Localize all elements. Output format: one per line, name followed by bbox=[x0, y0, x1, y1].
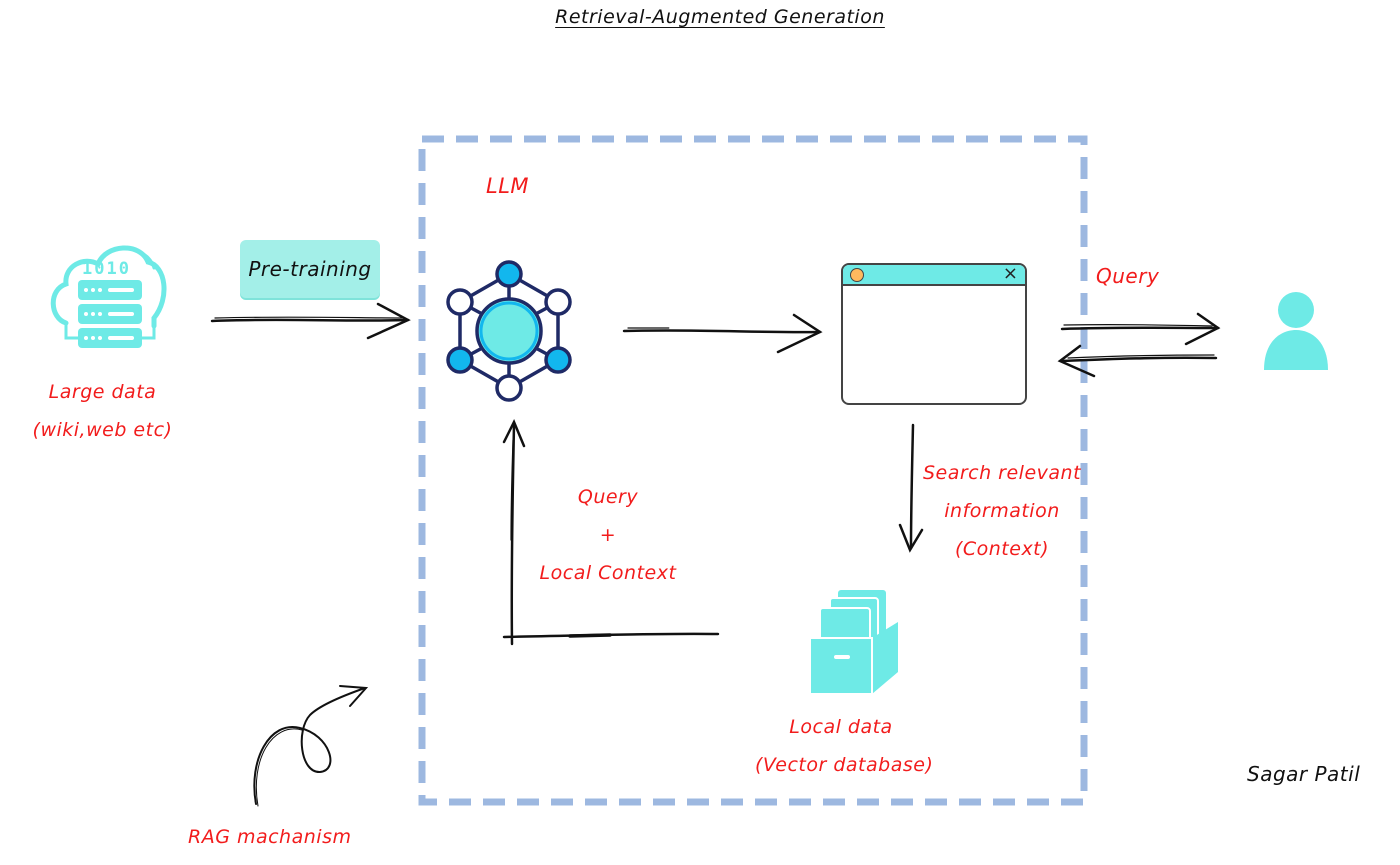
query-context-line1: Query bbox=[577, 486, 639, 508]
query-user-label: Query bbox=[1096, 264, 1160, 288]
local-data-line2: (Vector database) bbox=[755, 754, 934, 776]
svg-text:1010: 1010 bbox=[82, 259, 131, 279]
neural-network-icon bbox=[446, 260, 572, 402]
window-dot-icon bbox=[850, 268, 864, 282]
large-data-line2: (wiki,web etc) bbox=[32, 419, 173, 441]
file-cabinet-icon bbox=[809, 590, 898, 695]
search-label: Search relevant information (Context) bbox=[922, 454, 1082, 568]
user-icon bbox=[1264, 292, 1328, 370]
query-context-line2: + bbox=[599, 524, 617, 546]
author-label: Sagar Patil bbox=[1247, 762, 1361, 786]
rag-mechanism-label: RAG machanism bbox=[188, 826, 352, 848]
pretraining-arrow bbox=[210, 302, 411, 340]
user-to-app-arrow bbox=[1057, 344, 1218, 378]
close-icon: × bbox=[1002, 263, 1018, 284]
llm-to-app-arrow bbox=[622, 313, 823, 354]
rag-mechanism-arrow bbox=[253, 685, 369, 807]
cloud-server-icon: 1010 bbox=[50, 245, 167, 348]
app-window-icon: × bbox=[841, 263, 1027, 405]
local-data-line1: Local data bbox=[789, 716, 893, 738]
local-data-label: Local data (Vector database) bbox=[755, 708, 934, 784]
diagram-canvas bbox=[210, 135, 1221, 807]
large-data-line1: Large data bbox=[48, 381, 157, 403]
search-arrow bbox=[898, 423, 924, 553]
search-line1: Search relevant bbox=[922, 462, 1082, 484]
query-context-line3: Local Context bbox=[539, 562, 677, 584]
pretraining-label: Pre-training bbox=[240, 240, 380, 298]
llm-label: LLM bbox=[486, 174, 530, 198]
query-context-label: Query + Local Context bbox=[530, 478, 686, 592]
search-line2: information bbox=[944, 500, 1060, 522]
large-data-label: Large data (wiki,web etc) bbox=[30, 373, 175, 449]
app-window-titlebar: × bbox=[843, 265, 1025, 286]
search-line3: (Context) bbox=[954, 538, 1050, 560]
